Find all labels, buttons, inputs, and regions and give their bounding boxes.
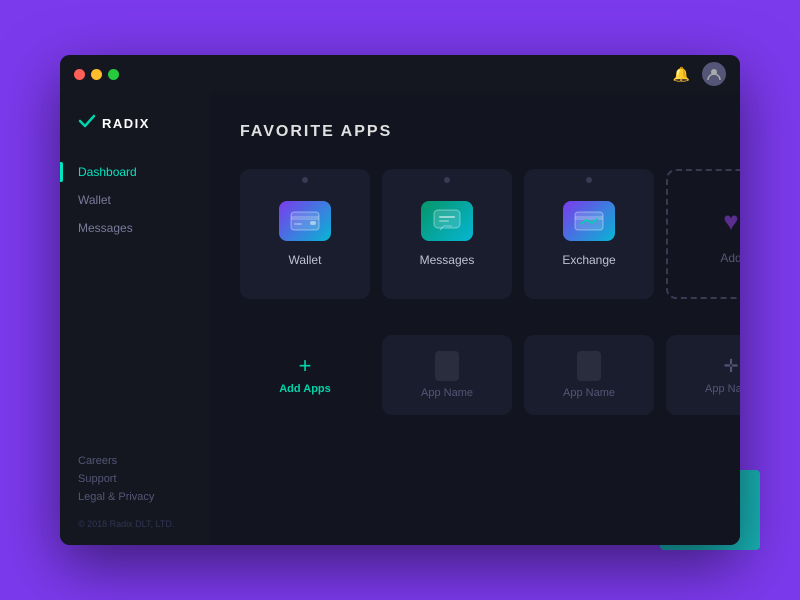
- logo-icon: [78, 113, 96, 134]
- main-content: FAVORITE APPS Wallet: [210, 93, 740, 545]
- placeholder-icon-1: [435, 351, 459, 381]
- add-label: Add: [720, 251, 740, 265]
- sidebar-item-wallet[interactable]: Wallet: [60, 186, 210, 214]
- wallet-icon: [279, 201, 331, 241]
- exchange-pin: [586, 177, 592, 183]
- add-apps-label: Add Apps: [279, 383, 331, 395]
- sidebar: RADIX Dashboard Wallet Messages Careers …: [60, 93, 210, 545]
- nav-items: Dashboard Wallet Messages: [60, 158, 210, 455]
- messages-app-card[interactable]: Messages: [382, 169, 512, 299]
- messages-icon: [421, 201, 473, 241]
- wallet-app-card[interactable]: Wallet: [240, 169, 370, 299]
- bottom-apps-row: + Add Apps App Name App Name ✛ App Name: [240, 335, 710, 415]
- wallet-label: Wallet: [289, 253, 322, 267]
- messages-label: Messages: [420, 253, 475, 267]
- support-link[interactable]: Support: [78, 473, 192, 485]
- legal-privacy-link[interactable]: Legal & Privacy: [78, 491, 192, 503]
- messages-pin: [444, 177, 450, 183]
- placeholder-app-3[interactable]: ✛ App Name: [666, 335, 740, 415]
- close-button[interactable]: [74, 69, 85, 80]
- placeholder-label-3: App Name: [705, 383, 740, 395]
- placeholder-app-2[interactable]: App Name: [524, 335, 654, 415]
- careers-link[interactable]: Careers: [78, 455, 192, 467]
- sidebar-footer: Careers Support Legal & Privacy © 2018 R…: [60, 455, 210, 529]
- heart-symbol: ♥: [723, 206, 738, 237]
- sidebar-item-dashboard[interactable]: Dashboard: [60, 158, 210, 186]
- sidebar-item-messages[interactable]: Messages: [60, 214, 210, 242]
- titlebar: 🔔: [60, 55, 740, 93]
- main-layout: RADIX Dashboard Wallet Messages Careers …: [60, 93, 740, 545]
- add-apps-card[interactable]: + Add Apps: [240, 335, 370, 415]
- add-heart-icon: ♥: [713, 203, 740, 239]
- avatar[interactable]: [702, 62, 726, 86]
- notification-bell-icon[interactable]: 🔔: [673, 66, 690, 83]
- placeholder-icon-2: [577, 351, 601, 381]
- copyright-text: © 2018 Radix DLT, LTD.: [78, 519, 192, 529]
- add-app-card[interactable]: ♥ Add: [666, 169, 740, 299]
- titlebar-right: 🔔: [673, 62, 726, 86]
- app-window: 🔔 RADIX Dashboard Wal: [60, 55, 740, 545]
- placeholder-label-1: App Name: [421, 387, 473, 399]
- add-apps-plus-icon: +: [299, 355, 312, 377]
- placeholder-app-1[interactable]: App Name: [382, 335, 512, 415]
- window-controls: [74, 69, 119, 80]
- section-title: FAVORITE APPS: [240, 123, 710, 141]
- logo-text: RADIX: [102, 116, 150, 131]
- wallet-pin: [302, 177, 308, 183]
- maximize-button[interactable]: [108, 69, 119, 80]
- exchange-app-card[interactable]: Exchange: [524, 169, 654, 299]
- minimize-button[interactable]: [91, 69, 102, 80]
- logo: RADIX: [60, 113, 210, 158]
- placeholder-label-2: App Name: [563, 387, 615, 399]
- exchange-label: Exchange: [562, 253, 615, 267]
- plus-gray-icon: ✛: [723, 356, 738, 377]
- exchange-icon: [563, 201, 615, 241]
- favorite-apps-row: Wallet Messages: [240, 169, 710, 299]
